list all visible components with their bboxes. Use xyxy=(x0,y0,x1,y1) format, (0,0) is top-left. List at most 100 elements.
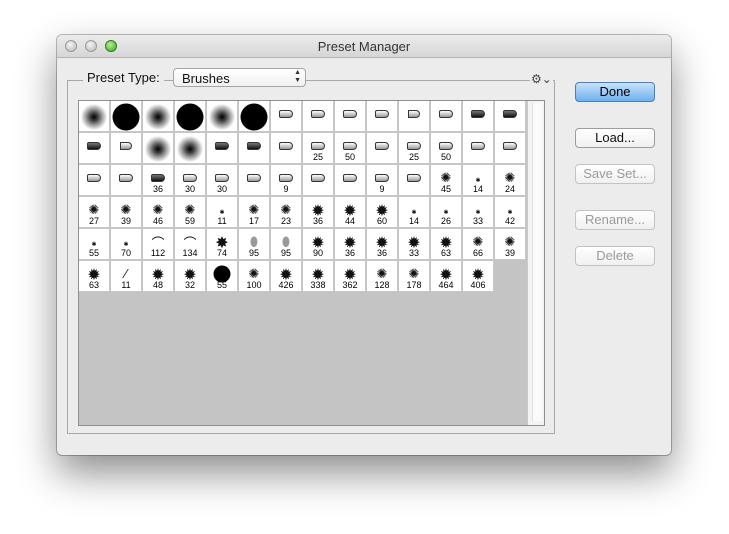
scrollbar-track[interactable] xyxy=(532,103,542,421)
brush-preset-cell[interactable]: ⌒ 112 xyxy=(143,229,174,260)
brush-preset-cell[interactable]: 25 xyxy=(303,133,334,164)
brush-preset-cell[interactable]: ✺ 39 xyxy=(111,197,142,228)
brush-preset-grid[interactable]: 25 50 25 50 36 30 30 9 9 ✺ 45 ✱ 14 ✺ 24 ✺ 27 ✺ 39 ✺ 46 ✺ 59 ✱ 11… xyxy=(78,100,545,426)
brush-preset-cell[interactable]: ✹ 464 xyxy=(431,261,462,292)
brush-preset-cell[interactable]: ✺ 59 xyxy=(175,197,206,228)
brush-preset-cell[interactable]: ⬮ 95 xyxy=(239,229,270,260)
load-button[interactable]: Load... xyxy=(575,128,655,148)
rename-button[interactable]: Rename... xyxy=(575,210,655,230)
vertical-scrollbar[interactable] xyxy=(527,101,544,425)
brush-preset-cell[interactable] xyxy=(175,133,206,164)
brush-preset-cell[interactable]: ✹ 362 xyxy=(335,261,366,292)
brush-preset-cell[interactable]: ✱ 14 xyxy=(463,165,494,196)
brush-preset-cell[interactable]: 36 xyxy=(143,165,174,196)
brush-preset-cell[interactable] xyxy=(175,101,206,132)
brush-preset-cell[interactable]: ✹ 48 xyxy=(143,261,174,292)
brush-preset-cell[interactable]: ⁄ 11 xyxy=(111,261,142,292)
brush-preset-cell[interactable]: ✸ 74 xyxy=(207,229,238,260)
brush-preset-cell[interactable]: ✺ 39 xyxy=(495,229,526,260)
brush-preset-cell[interactable] xyxy=(367,101,398,132)
brush-preset-cell[interactable] xyxy=(79,165,110,196)
title-bar[interactable]: Preset Manager xyxy=(57,35,671,58)
done-button[interactable]: Done xyxy=(575,82,655,102)
brush-preset-cell[interactable]: ✺ 178 xyxy=(399,261,430,292)
brush-preset-cell[interactable]: ✹ 36 xyxy=(367,229,398,260)
save-set-button[interactable]: Save Set... xyxy=(575,164,655,184)
speck-brush-icon: ✺ xyxy=(248,266,260,281)
brush-preset-cell[interactable]: 25 xyxy=(399,133,430,164)
brush-preset-cell[interactable]: ⬮ 95 xyxy=(271,229,302,260)
brush-preset-cell[interactable]: 30 xyxy=(175,165,206,196)
brush-preset-cell[interactable]: ✺ 100 xyxy=(239,261,270,292)
brush-preset-cell[interactable] xyxy=(303,165,334,196)
brush-preset-cell[interactable]: ✹ 426 xyxy=(271,261,302,292)
brush-preset-cell[interactable] xyxy=(463,101,494,132)
brush-preset-cell[interactable] xyxy=(111,165,142,196)
brush-preset-cell[interactable] xyxy=(399,165,430,196)
brush-preset-cell[interactable]: ✱ 11 xyxy=(207,197,238,228)
brush-preset-cell[interactable]: ✺ 17 xyxy=(239,197,270,228)
brush-preset-cell[interactable]: ⌒ 134 xyxy=(175,229,206,260)
brush-preset-cell[interactable]: ✹ 90 xyxy=(303,229,334,260)
speck-brush-icon: ✺ xyxy=(120,202,132,217)
brush-preset-cell[interactable]: ✺ 66 xyxy=(463,229,494,260)
brush-preset-cell[interactable]: ✹ 36 xyxy=(303,197,334,228)
brush-preset-cell[interactable] xyxy=(143,133,174,164)
brush-preset-cell[interactable]: ✺ 128 xyxy=(367,261,398,292)
brush-preset-cell[interactable]: ✱ 42 xyxy=(495,197,526,228)
brush-preset-cell[interactable] xyxy=(335,101,366,132)
brush-preset-cell[interactable] xyxy=(431,101,462,132)
brush-preset-cell[interactable]: ✺ 23 xyxy=(271,197,302,228)
brush-preset-cell[interactable]: ✱ 14 xyxy=(399,197,430,228)
brush-preset-cell[interactable] xyxy=(207,133,238,164)
brush-preset-cell[interactable]: ✹ 338 xyxy=(303,261,334,292)
brush-preset-cell[interactable]: ✱ 55 xyxy=(79,229,110,260)
brush-preset-cell[interactable]: ✹ 60 xyxy=(367,197,398,228)
brush-preset-cell[interactable] xyxy=(207,101,238,132)
brush-preset-cell[interactable] xyxy=(111,133,142,164)
brush-preset-cell[interactable] xyxy=(399,101,430,132)
brush-preset-cell[interactable]: 55 xyxy=(207,261,238,292)
brush-preset-cell[interactable]: ✹ 36 xyxy=(335,229,366,260)
brush-preset-cell[interactable] xyxy=(271,133,302,164)
brush-preset-cell[interactable]: ✱ 26 xyxy=(431,197,462,228)
brush-preset-cell[interactable]: ✹ 44 xyxy=(335,197,366,228)
brush-preset-cell[interactable] xyxy=(79,101,110,132)
brush-preset-cell[interactable]: ✹ 63 xyxy=(431,229,462,260)
brush-preset-cell[interactable]: ✺ 45 xyxy=(431,165,462,196)
brush-preset-cell[interactable] xyxy=(111,101,142,132)
brush-preset-cell[interactable] xyxy=(79,133,110,164)
brush-preset-cell[interactable]: 30 xyxy=(207,165,238,196)
brush-preset-cell[interactable] xyxy=(271,101,302,132)
brush-preset-cell[interactable] xyxy=(143,101,174,132)
brush-preset-cell[interactable]: 50 xyxy=(335,133,366,164)
brush-preset-cell[interactable]: 50 xyxy=(431,133,462,164)
brush-preset-cell[interactable] xyxy=(239,101,270,132)
brush-preset-cell[interactable]: ✹ 33 xyxy=(399,229,430,260)
specklg-brush-icon: ✹ xyxy=(439,235,453,252)
pen-brush-icon xyxy=(399,169,429,184)
brush-preset-cell[interactable] xyxy=(335,165,366,196)
brush-preset-cell[interactable]: 9 xyxy=(367,165,398,196)
brush-preset-cell[interactable] xyxy=(463,133,494,164)
hard-brush-icon xyxy=(175,101,205,132)
brush-preset-cell[interactable] xyxy=(495,101,526,132)
brush-preset-cell[interactable] xyxy=(367,133,398,164)
brush-preset-cell[interactable]: ✺ 27 xyxy=(79,197,110,228)
brush-preset-cell[interactable]: ✺ 46 xyxy=(143,197,174,228)
brush-preset-cell[interactable]: 9 xyxy=(271,165,302,196)
brush-preset-cell[interactable]: ✺ 24 xyxy=(495,165,526,196)
brush-preset-cell[interactable] xyxy=(239,133,270,164)
brush-preset-cell[interactable]: ✹ 406 xyxy=(463,261,494,292)
preset-type-select[interactable]: Brushes ▲ ▼ xyxy=(173,68,306,87)
brush-size-label: 178 xyxy=(406,280,422,290)
brush-preset-cell[interactable]: ✹ 32 xyxy=(175,261,206,292)
brush-preset-cell[interactable]: ✹ 63 xyxy=(79,261,110,292)
brush-preset-cell[interactable] xyxy=(303,101,334,132)
gear-icon[interactable]: ⚙⌄ xyxy=(530,72,553,86)
brush-preset-cell[interactable]: ✱ 70 xyxy=(111,229,142,260)
delete-button[interactable]: Delete xyxy=(575,246,655,266)
brush-preset-cell[interactable] xyxy=(495,133,526,164)
brush-preset-cell[interactable]: ✱ 33 xyxy=(463,197,494,228)
brush-preset-cell[interactable] xyxy=(239,165,270,196)
